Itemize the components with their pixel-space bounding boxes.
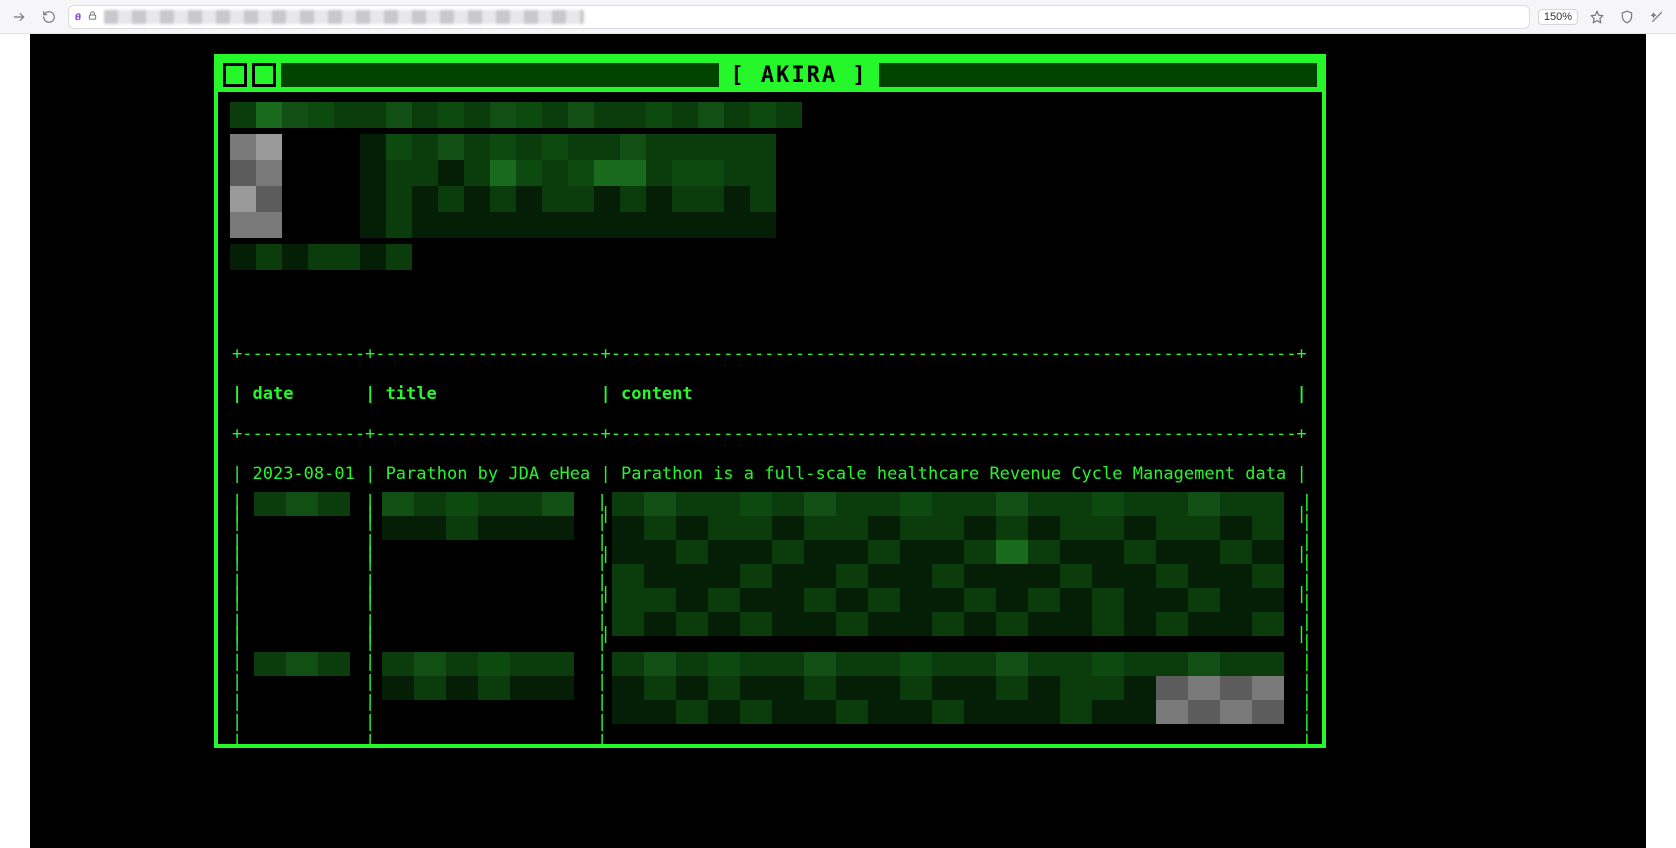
terminal-titlebar: [ AKIRA ] — [218, 58, 1322, 92]
table-row: | 2023-08-01 | Parathon by JDA eHea | Pa… — [232, 464, 1312, 484]
shield-icon[interactable] — [1616, 6, 1638, 28]
terminal-body: +------------+----------------------+---… — [218, 92, 1322, 744]
titlebar-stripe-left — [281, 63, 719, 87]
zoom-badge[interactable]: 150% — [1538, 9, 1578, 25]
col-date-header: date — [252, 384, 293, 404]
onion-icon: ፀ — [75, 9, 81, 24]
reload-button[interactable] — [38, 6, 60, 28]
titlebar-stripe-right — [879, 63, 1317, 87]
url-redacted — [104, 10, 584, 24]
window-button-2[interactable] — [252, 63, 276, 87]
cell-date: 2023-08-01 — [252, 464, 354, 484]
col-title-header: title — [386, 384, 437, 404]
cell-content-l1: Parathon is a full-scale healthcare Reve… — [621, 464, 1286, 484]
lock-icon — [87, 10, 98, 24]
address-bar[interactable]: ፀ — [68, 5, 1530, 29]
window-button-1[interactable] — [223, 63, 247, 87]
page-background: [ AKIRA ] — [30, 34, 1646, 848]
sparkle-icon[interactable] — [1646, 6, 1668, 28]
col-content-header: content — [621, 384, 693, 404]
table-header-row: | date | title | content | — [232, 384, 1312, 404]
bookmark-icon[interactable] — [1586, 6, 1608, 28]
table-header-sep: +------------+----------------------+---… — [232, 424, 1312, 444]
browser-toolbar: ፀ 150% — [0, 0, 1676, 34]
page-viewport: [ AKIRA ] — [0, 34, 1676, 848]
terminal-title: [ AKIRA ] — [724, 63, 873, 88]
forward-button[interactable] — [8, 6, 30, 28]
table-top-border: +------------+----------------------+---… — [232, 344, 1312, 364]
redacted-header-block — [230, 102, 802, 270]
cell-title-l1: Parathon by JDA eHea — [386, 464, 591, 484]
terminal-window: [ AKIRA ] — [214, 54, 1326, 748]
